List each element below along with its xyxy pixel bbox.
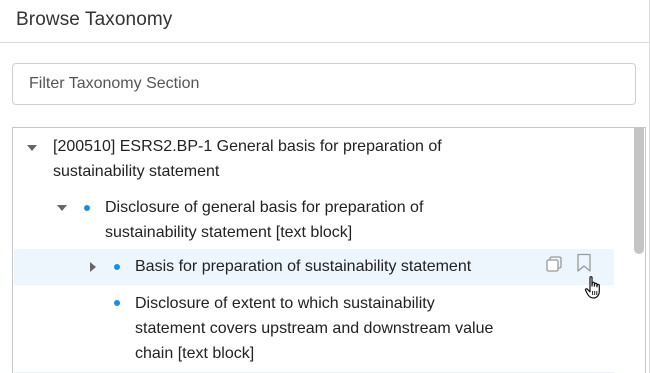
tree-node-general-basis[interactable]: Disclosure of general basis for preparat… — [105, 195, 423, 245]
panel-header: Browse Taxonomy — [0, 0, 650, 43]
taxonomy-tree: [200510] ESRS2.BP-1 General basis for pr… — [12, 127, 646, 373]
tree-node-label: statement covers upstream and downstream… — [135, 320, 494, 337]
panel-title: Browse Taxonomy — [16, 9, 173, 30]
scrollbar-thumb[interactable] — [634, 128, 644, 254]
tree-node-label: chain [text block] — [135, 345, 255, 362]
bullet-icon — [114, 300, 120, 306]
tree-node-basis-preparation[interactable]: Basis for preparation of sustainability … — [135, 254, 471, 279]
filter-taxonomy-input[interactable] — [12, 63, 636, 105]
expand-toggle-icon[interactable] — [90, 262, 96, 272]
bullet-icon — [84, 205, 90, 211]
tree-node-label: Disclosure of general basis for preparat… — [105, 199, 424, 216]
tree-node-label: Disclosure of extent to which sustainabi… — [135, 295, 435, 312]
collapse-toggle-icon[interactable] — [27, 145, 37, 151]
tree-node-label: sustainability statement [text block] — [105, 224, 353, 241]
copy-icon[interactable] — [545, 255, 563, 273]
tree-node-label: sustainability statement — [53, 163, 220, 180]
tree-node-label: [200510] ESRS2.BP-1 General basis for pr… — [53, 138, 442, 155]
bookmark-icon[interactable] — [576, 253, 592, 273]
tree-node-esrs2-bp1[interactable]: [200510] ESRS2.BP-1 General basis for pr… — [53, 134, 442, 184]
collapse-toggle-icon[interactable] — [57, 205, 67, 211]
tree-node-extent-value-chain[interactable]: Disclosure of extent to which sustainabi… — [135, 291, 493, 366]
tree-node-label: Basis for preparation of sustainability … — [135, 258, 472, 275]
hand-pointer-cursor — [584, 276, 600, 299]
bullet-icon — [114, 264, 120, 270]
